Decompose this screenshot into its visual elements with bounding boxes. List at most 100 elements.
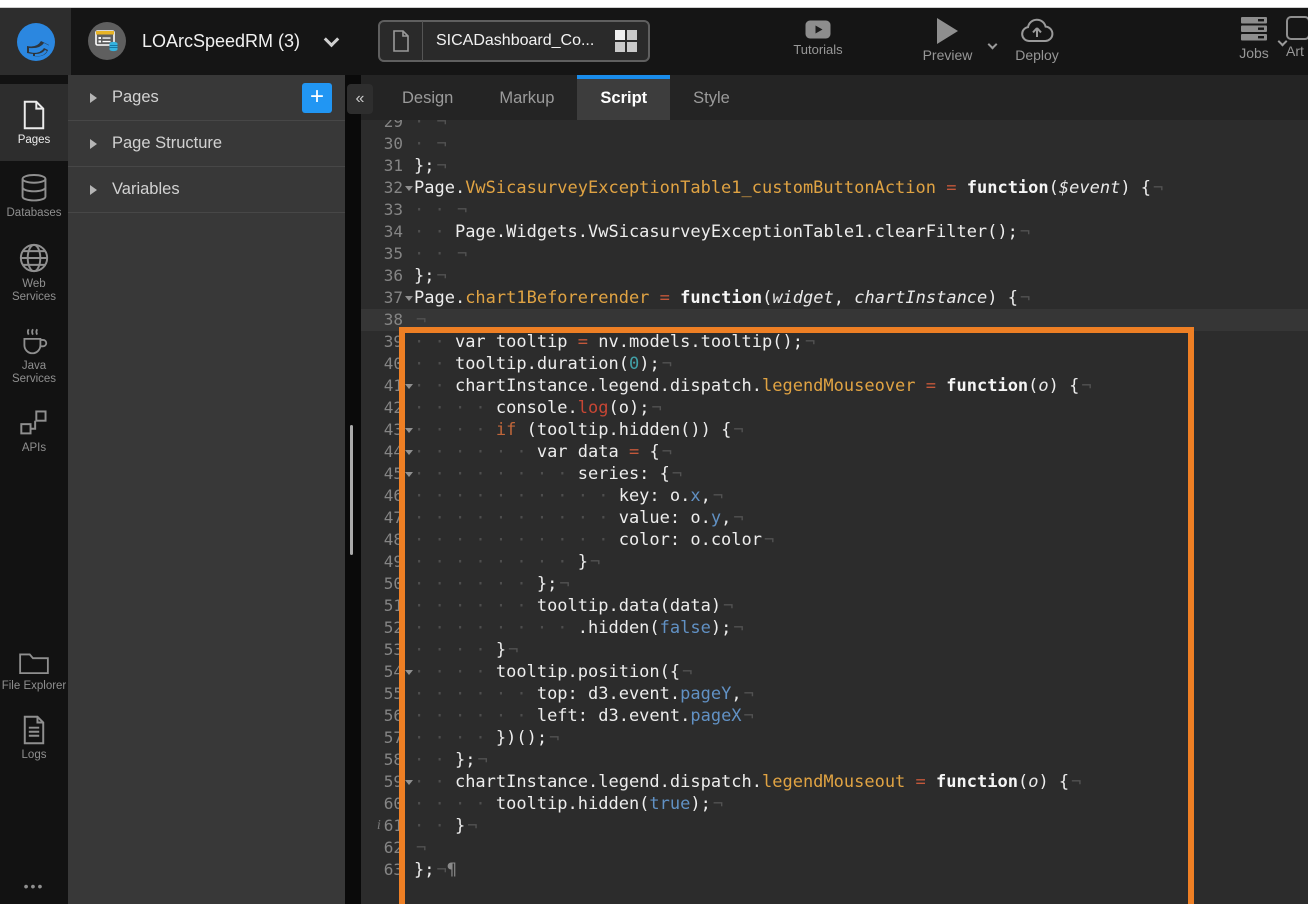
gutter[interactable]: 63: [361, 859, 403, 881]
fold-arrow-icon[interactable]: [403, 463, 414, 485]
wavemaker-logo[interactable]: [0, 8, 71, 75]
gutter[interactable]: 51: [361, 595, 403, 617]
gutter[interactable]: 38: [361, 309, 403, 331]
expand-triangle-icon[interactable]: [90, 93, 97, 103]
gutter[interactable]: 58: [361, 749, 403, 771]
gutter[interactable]: i61: [361, 815, 403, 837]
gutter[interactable]: 60: [361, 793, 403, 815]
panel-section-variables[interactable]: Variables: [68, 167, 345, 213]
gutter[interactable]: 46: [361, 485, 403, 507]
fold-arrow-icon[interactable]: [403, 441, 414, 463]
expand-triangle-icon[interactable]: [90, 139, 97, 149]
code-line-40[interactable]: 40· · tooltip.duration(0);¬: [361, 353, 1308, 375]
tab-design[interactable]: Design: [379, 75, 476, 120]
code-line-33[interactable]: 33· · ¬: [361, 199, 1308, 221]
gutter[interactable]: 52: [361, 617, 403, 639]
rail-item-logs[interactable]: Logs: [0, 703, 68, 772]
gutter[interactable]: 33: [361, 199, 403, 221]
project-avatar[interactable]: [88, 22, 126, 60]
gutter[interactable]: 50: [361, 573, 403, 595]
project-dropdown-chevron-icon[interactable]: [324, 32, 340, 48]
code-line-30[interactable]: 30· ¬: [361, 133, 1308, 155]
code-line-35[interactable]: 35· · ¬: [361, 243, 1308, 265]
gutter[interactable]: 37: [361, 287, 403, 309]
scrollbar-thumb[interactable]: [350, 425, 353, 555]
gutter[interactable]: 55: [361, 683, 403, 705]
add-page-button[interactable]: +: [302, 83, 332, 113]
deploy-button[interactable]: Deploy: [1003, 18, 1071, 63]
gutter[interactable]: 39: [361, 331, 403, 353]
gutter[interactable]: 57: [361, 727, 403, 749]
gutter[interactable]: 59: [361, 771, 403, 793]
code-line-59[interactable]: 59· · chartInstance.legend.dispatch.lege…: [361, 771, 1308, 793]
tab-script[interactable]: Script: [577, 75, 670, 120]
gutter[interactable]: 48: [361, 529, 403, 551]
rail-item-web-services[interactable]: Web Services: [0, 230, 68, 314]
rail-more-button[interactable]: •••: [0, 878, 68, 894]
gutter[interactable]: 47: [361, 507, 403, 529]
code-line-48[interactable]: 48· · · · · · · · · · color: o.color¬: [361, 529, 1308, 551]
gutter[interactable]: 43: [361, 419, 403, 441]
code-line-32[interactable]: 32Page.VwSicasurveyExceptionTable1_custo…: [361, 177, 1308, 199]
code-line-56[interactable]: 56· · · · · · left: d3.event.pageX¬: [361, 705, 1308, 727]
gutter[interactable]: 56: [361, 705, 403, 727]
gutter[interactable]: 54: [361, 661, 403, 683]
code-line-36[interactable]: 36};¬: [361, 265, 1308, 287]
jobs-button[interactable]: Jobs: [1225, 16, 1283, 61]
preview-button[interactable]: Preview: [905, 18, 990, 63]
gutter[interactable]: 30: [361, 133, 403, 155]
gutter[interactable]: 42: [361, 397, 403, 419]
code-line-61[interactable]: i61· · }¬: [361, 815, 1308, 837]
code-line-51[interactable]: 51· · · · · · tooltip.data(data)¬: [361, 595, 1308, 617]
panel-section-pages[interactable]: Pages+: [68, 75, 345, 121]
gutter[interactable]: 44: [361, 441, 403, 463]
code-line-41[interactable]: 41· · chartInstance.legend.dispatch.lege…: [361, 375, 1308, 397]
gutter[interactable]: 31: [361, 155, 403, 177]
code-line-29[interactable]: 29· ¬: [361, 120, 1308, 133]
dashboard-grid-icon[interactable]: [615, 30, 637, 52]
gutter[interactable]: 36: [361, 265, 403, 287]
fold-arrow-icon[interactable]: [403, 661, 414, 683]
gutter[interactable]: 49: [361, 551, 403, 573]
artifacts-button[interactable]: Art: [1286, 16, 1308, 59]
code-line-43[interactable]: 43· · · · if (tooltip.hidden()) {¬: [361, 419, 1308, 441]
code-line-53[interactable]: 53· · · · }¬: [361, 639, 1308, 661]
gutter[interactable]: 41: [361, 375, 403, 397]
gutter[interactable]: 34: [361, 221, 403, 243]
code-line-42[interactable]: 42· · · · console.log(o);¬: [361, 397, 1308, 419]
rail-item-apis[interactable]: APIs: [0, 396, 68, 465]
rail-item-java-services[interactable]: Java Services: [0, 314, 68, 396]
code-line-34[interactable]: 34· · Page.Widgets.VwSicasurveyException…: [361, 221, 1308, 243]
open-page-tab[interactable]: SICADashboard_Co...: [378, 20, 650, 62]
code-line-39[interactable]: 39· · var tooltip = nv.models.tooltip();…: [361, 331, 1308, 353]
gutter[interactable]: 53: [361, 639, 403, 661]
rail-item-pages[interactable]: Pages: [0, 84, 68, 161]
code-line-38[interactable]: 38¬: [361, 309, 1308, 331]
fold-arrow-icon[interactable]: [403, 771, 414, 793]
tab-style[interactable]: Style: [670, 75, 753, 120]
gutter[interactable]: 40: [361, 353, 403, 375]
panel-section-page-structure[interactable]: Page Structure: [68, 121, 345, 167]
rail-item-databases[interactable]: Databases: [0, 161, 68, 230]
code-line-63[interactable]: 63};¬¶: [361, 859, 1308, 881]
code-line-45[interactable]: 45· · · · · · · · series: {¬: [361, 463, 1308, 485]
code-line-62[interactable]: 62¬: [361, 837, 1308, 859]
gutter[interactable]: 45: [361, 463, 403, 485]
fold-arrow-icon[interactable]: [403, 287, 414, 309]
code-line-52[interactable]: 52· · · · · · · · .hidden(false);¬: [361, 617, 1308, 639]
tutorials-button[interactable]: Tutorials: [780, 20, 856, 57]
code-line-60[interactable]: 60· · · · tooltip.hidden(true);¬: [361, 793, 1308, 815]
fold-arrow-icon[interactable]: [403, 419, 414, 441]
code-line-44[interactable]: 44· · · · · · var data = {¬: [361, 441, 1308, 463]
gutter[interactable]: 32: [361, 177, 403, 199]
collapse-panel-button[interactable]: «: [347, 84, 373, 114]
code-line-58[interactable]: 58· · };¬: [361, 749, 1308, 771]
code-line-46[interactable]: 46· · · · · · · · · · key: o.x,¬: [361, 485, 1308, 507]
code-line-47[interactable]: 47· · · · · · · · · · value: o.y,¬: [361, 507, 1308, 529]
code-line-57[interactable]: 57· · · · })();¬: [361, 727, 1308, 749]
code-line-31[interactable]: 31};¬: [361, 155, 1308, 177]
fold-arrow-icon[interactable]: [403, 375, 414, 397]
code-line-49[interactable]: 49· · · · · · · · }¬: [361, 551, 1308, 573]
gutter[interactable]: 29: [361, 120, 403, 133]
gutter[interactable]: 35: [361, 243, 403, 265]
